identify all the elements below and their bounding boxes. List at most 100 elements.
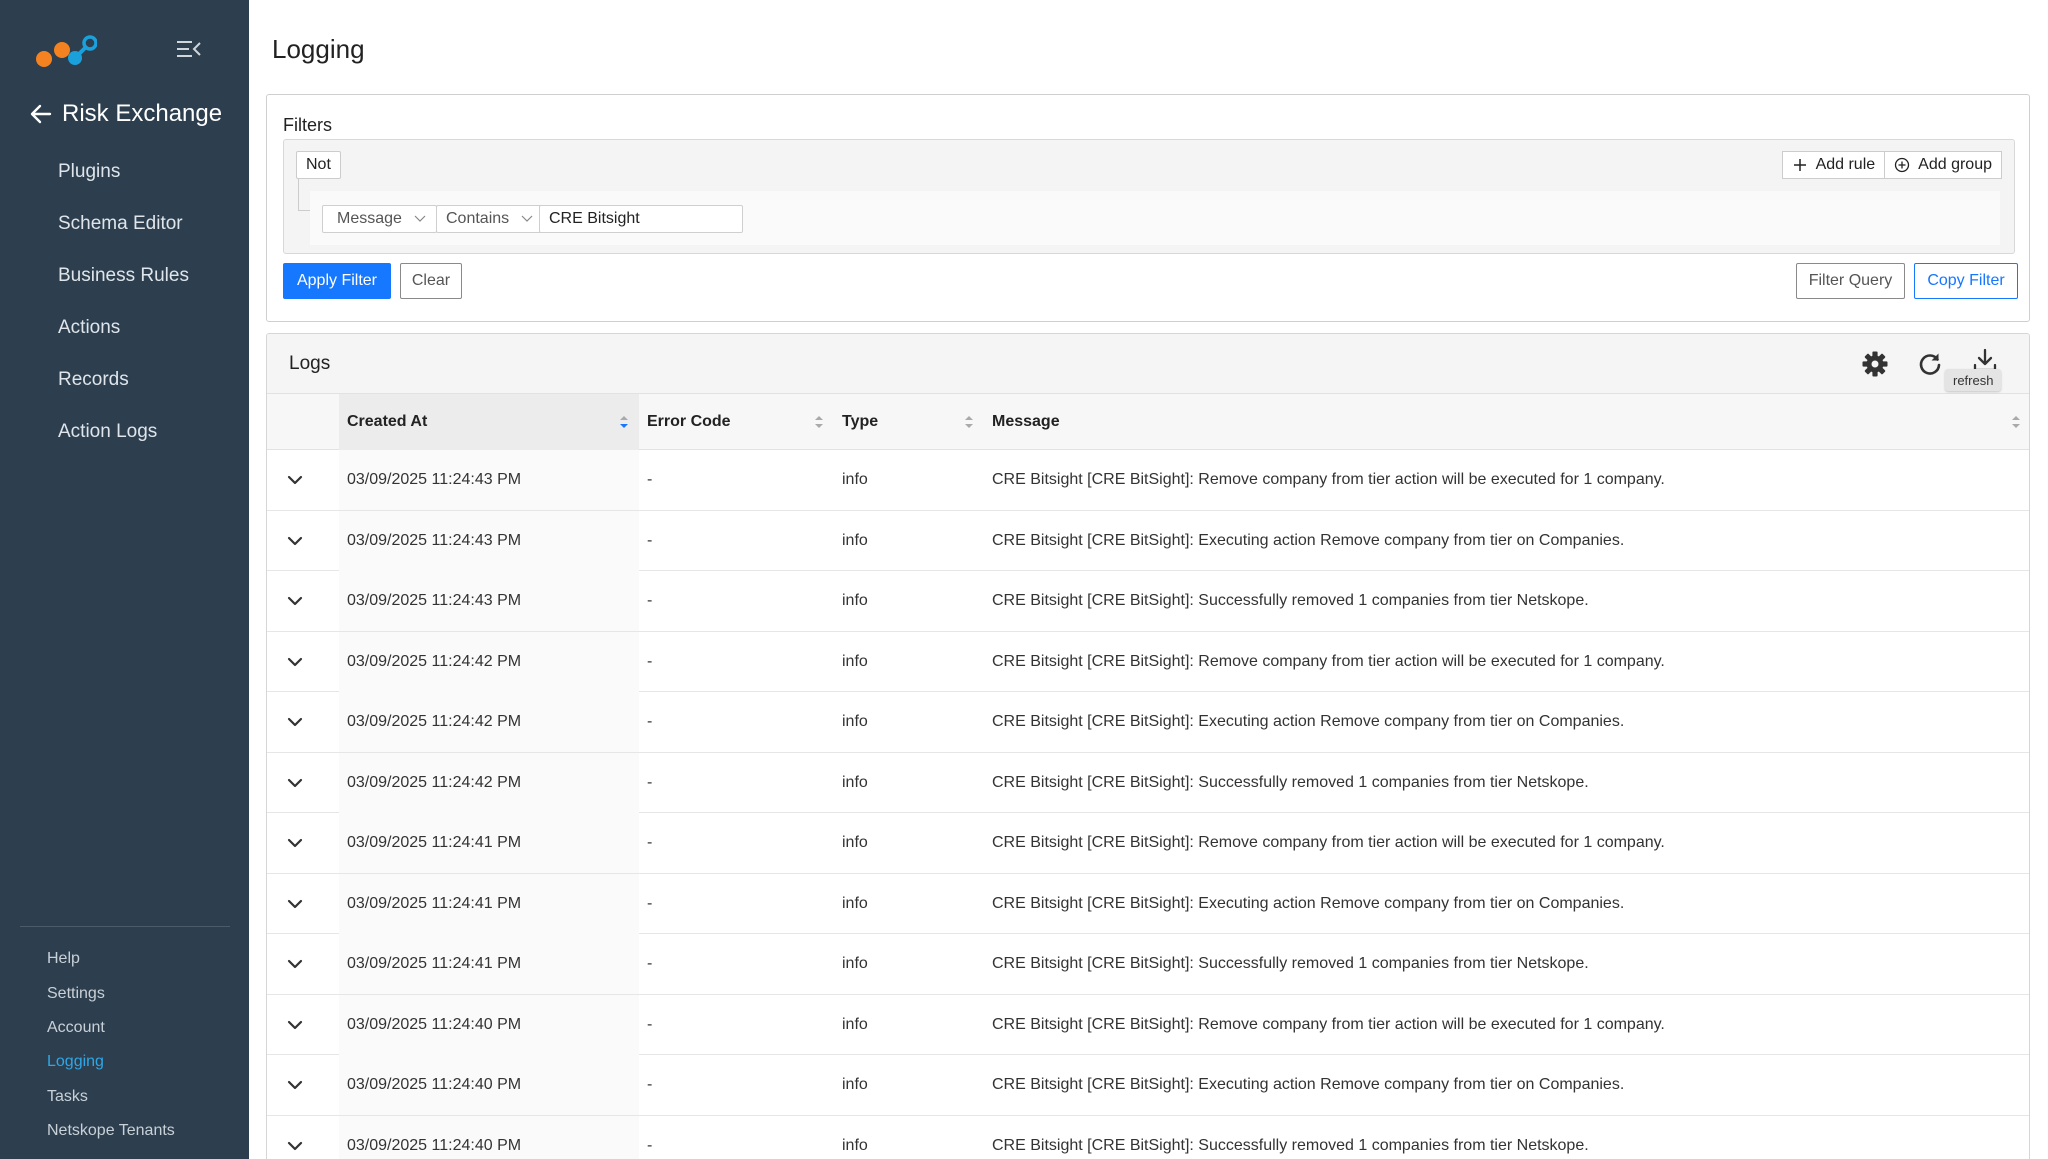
main-content: Logging Filters Not Add rule Add group M… <box>249 0 2048 1159</box>
field-select[interactable]: Message <box>322 205 437 233</box>
cell-created-at: 03/09/2025 11:24:42 PM <box>339 692 639 752</box>
cell-created-at: 03/09/2025 11:24:43 PM <box>339 510 639 571</box>
chevron-down-icon[interactable] <box>285 470 305 490</box>
column-type-label: Type <box>842 413 879 430</box>
chevron-down-icon[interactable] <box>285 1136 305 1156</box>
cell-message: CRE Bitsight [CRE BitSight]: Successfull… <box>992 773 1589 791</box>
field-select-value: Message <box>337 210 402 227</box>
sidebar-item-help[interactable]: Help <box>0 942 249 976</box>
table-row: 03/09/2025 11:24:40 PM - info CRE Bitsig… <box>267 1055 2029 1116</box>
cell-error-code: - <box>647 834 653 851</box>
cell-error-code: - <box>647 955 653 972</box>
cell-error-code: - <box>647 652 653 670</box>
chevron-down-icon[interactable] <box>285 531 305 551</box>
chevron-down-icon[interactable] <box>285 954 305 974</box>
chevron-down-icon[interactable] <box>285 712 305 732</box>
table-row: 03/09/2025 11:24:40 PM - info CRE Bitsig… <box>267 994 2029 1055</box>
cell-created-at: 03/09/2025 11:24:43 PM <box>339 571 639 631</box>
sort-icon <box>2012 416 2020 428</box>
table-row: 03/09/2025 11:24:40 PM - info CRE Bitsig… <box>267 1115 2029 1159</box>
cell-message: CRE Bitsight [CRE BitSight]: Executing a… <box>992 1076 1625 1093</box>
sidebar-item-business-rules[interactable]: Business Rules <box>0 250 249 302</box>
refresh-icon[interactable] <box>1916 350 1944 378</box>
cell-message: CRE Bitsight [CRE BitSight]: Executing a… <box>992 713 1625 730</box>
sidebar-item-schema-editor[interactable]: Schema Editor <box>0 198 249 250</box>
sidebar-item-action-logs[interactable]: Action Logs <box>0 406 249 458</box>
sidebar-item-settings[interactable]: Settings <box>0 976 249 1010</box>
cell-message: CRE Bitsight [CRE BitSight]: Remove comp… <box>992 1015 1665 1033</box>
column-error-code[interactable]: Error Code <box>639 394 834 450</box>
sidebar-item-account[interactable]: Account <box>0 1011 249 1045</box>
cell-type: info <box>842 1136 868 1154</box>
cell-created-at: 03/09/2025 11:24:40 PM <box>339 994 639 1055</box>
cell-type: info <box>842 955 868 972</box>
table-row: 03/09/2025 11:24:43 PM - info CRE Bitsig… <box>267 510 2029 571</box>
back-to-risk-exchange[interactable]: Risk Exchange <box>30 96 222 132</box>
sidebar-item-tasks[interactable]: Tasks <box>0 1080 249 1114</box>
chevron-down-icon[interactable] <box>285 894 305 914</box>
column-message-label: Message <box>992 413 1060 430</box>
rule-group: Not Add rule Add group Message Contains … <box>283 139 2015 254</box>
not-toggle-button[interactable]: Not <box>296 151 341 179</box>
cell-message: CRE Bitsight [CRE BitSight]: Executing a… <box>992 531 1625 549</box>
netskope-logo[interactable] <box>35 34 97 68</box>
clear-button[interactable]: Clear <box>400 263 462 299</box>
chevron-down-icon[interactable] <box>285 773 305 793</box>
filter-query-button[interactable]: Filter Query <box>1796 263 1905 299</box>
module-title: Risk Exchange <box>62 100 223 127</box>
cell-error-code: - <box>647 773 653 791</box>
sidebar-item-netskope-tenants[interactable]: Netskope Tenants <box>0 1114 249 1148</box>
sidebar-item-actions[interactable]: Actions <box>0 302 249 354</box>
cell-created-at: 03/09/2025 11:24:41 PM <box>339 873 639 934</box>
chevron-down-icon[interactable] <box>285 1015 305 1035</box>
menu-collapse-icon[interactable] <box>176 38 202 60</box>
cell-created-at: 03/09/2025 11:24:43 PM <box>339 450 639 510</box>
sidebar-item-plugins[interactable]: Plugins <box>0 146 249 198</box>
sidebar-bottom-nav: Help Settings Account Logging Tasks Nets… <box>0 942 249 1148</box>
cell-type: info <box>842 1076 868 1093</box>
add-rule-label: Add rule <box>1815 156 1876 173</box>
cell-message: CRE Bitsight [CRE BitSight]: Remove comp… <box>992 471 1665 488</box>
logs-panel: Logs refresh Created At Error Code Type … <box>266 333 2030 1159</box>
column-created-at-label: Created At <box>347 413 428 430</box>
arrow-left-icon <box>30 104 52 124</box>
chevron-down-icon[interactable] <box>285 833 305 853</box>
table-row: 03/09/2025 11:24:42 PM - info CRE Bitsig… <box>267 692 2029 753</box>
table-row: 03/09/2025 11:24:42 PM - info CRE Bitsig… <box>267 631 2029 692</box>
gear-icon[interactable] <box>1861 350 1889 378</box>
cell-type: info <box>842 713 868 730</box>
cell-error-code: - <box>647 531 653 549</box>
sidebar-divider <box>20 926 230 927</box>
apply-filter-button[interactable]: Apply Filter <box>283 263 391 299</box>
logs-title: Logs <box>289 353 331 374</box>
table-row: 03/09/2025 11:24:41 PM - info CRE Bitsig… <box>267 813 2029 874</box>
column-error-code-label: Error Code <box>647 413 731 430</box>
chevron-down-icon[interactable] <box>285 591 305 611</box>
column-message[interactable]: Message <box>984 394 2029 450</box>
chevron-down-icon[interactable] <box>285 652 305 672</box>
chevron-down-icon <box>414 215 426 222</box>
sort-icon <box>815 416 823 428</box>
table-row: 03/09/2025 11:24:41 PM - info CRE Bitsig… <box>267 873 2029 934</box>
column-type[interactable]: Type <box>834 394 984 450</box>
filter-value-input[interactable] <box>539 205 743 233</box>
sidebar-item-records[interactable]: Records <box>0 354 249 406</box>
cell-message: CRE Bitsight [CRE BitSight]: Executing a… <box>992 894 1625 912</box>
cell-created-at: 03/09/2025 11:24:40 PM <box>339 1055 639 1115</box>
table-row: 03/09/2025 11:24:43 PM - info CRE Bitsig… <box>267 571 2029 632</box>
add-group-button[interactable]: Add group <box>1885 151 2002 179</box>
chevron-down-icon <box>521 215 533 222</box>
chevron-down-icon[interactable] <box>285 1075 305 1095</box>
cell-type: info <box>842 773 868 791</box>
column-created-at[interactable]: Created At <box>339 394 639 450</box>
cell-message: CRE Bitsight [CRE BitSight]: Successfull… <box>992 592 1589 609</box>
cell-type: info <box>842 834 868 851</box>
sidebar-item-logging[interactable]: Logging <box>0 1045 249 1079</box>
copy-filter-button[interactable]: Copy Filter <box>1914 263 2018 299</box>
cell-type: info <box>842 592 868 609</box>
sidebar: Risk Exchange Plugins Schema Editor Busi… <box>0 0 249 1159</box>
operator-select[interactable]: Contains <box>436 205 545 233</box>
cell-type: info <box>842 1015 868 1033</box>
cell-error-code: - <box>647 1015 653 1033</box>
add-rule-button[interactable]: Add rule <box>1781 151 1886 179</box>
